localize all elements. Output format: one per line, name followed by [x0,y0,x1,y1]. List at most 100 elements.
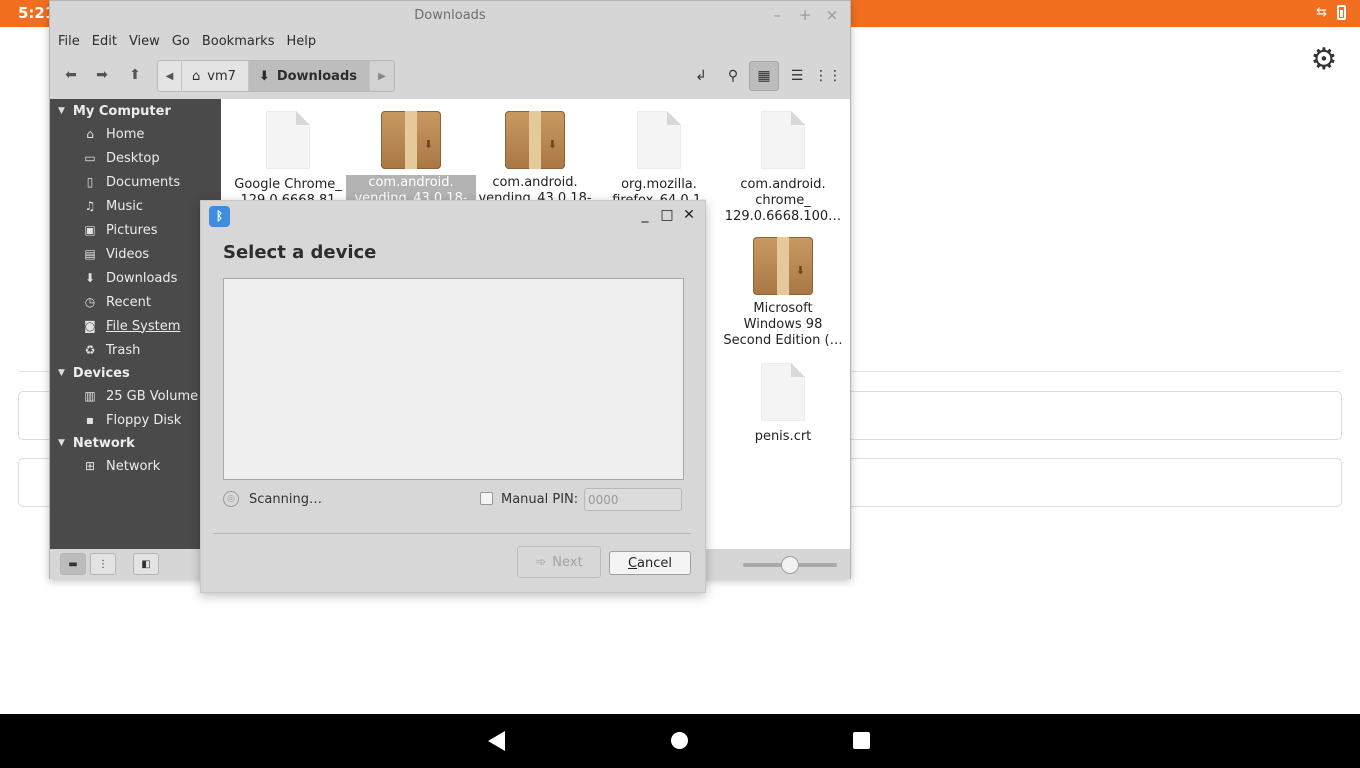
sidebar: ▼ My Computer ⌂ Home ▭ Desktop ▯ Documents ♫… [50,99,221,549]
sidebar-item-pictures[interactable]: ▣ Pictures [82,219,157,241]
document-icon [761,363,805,421]
sidebar-item-file-system[interactable]: ◙ File System [82,315,180,337]
downloads-icon: ⬇ [84,271,96,285]
next-arrow-icon: ➾ [535,554,547,570]
status-icons: ⇆ [1316,5,1346,20]
forward-arrow-icon[interactable]: ➡ [91,64,113,86]
sidebar-item-label: Trash [106,342,141,358]
sidebar-item-label: Recent [106,294,151,310]
sidebar-item-trash[interactable]: ♻ Trash [82,339,141,361]
sidebar-item-documents[interactable]: ▯ Documents [82,171,180,193]
minimize-button[interactable]: – [768,6,786,24]
sidebar-item-label: Network [106,458,161,474]
pathbar: ◀ ⌂ vm7 ⬇ Downloads ▶ [157,60,396,92]
sidebar-item-network[interactable]: ⊞ Network [82,455,160,477]
expand-triangle-icon: ▼ [58,106,65,116]
menu-file[interactable]: File [52,30,86,54]
data-transfer-icon: ⇆ [1316,5,1327,20]
back-arrow-icon[interactable]: ⬅ [60,64,82,86]
sidebar-item-home[interactable]: ⌂ Home [82,123,144,145]
sidebar-item-label: Desktop [106,150,160,166]
icon-view-button[interactable]: ▦ [749,61,779,91]
search-icon[interactable]: ⚲ [718,61,748,91]
sidebar-item-recent[interactable]: ◷ Recent [82,291,151,313]
window-title: Downloads [414,8,486,23]
close-button[interactable]: ✕ [680,206,698,224]
menu-bar: File Edit View Go Bookmarks Help [50,30,850,54]
next-button[interactable]: ➾ Next [517,546,601,578]
minimize-button[interactable]: _ [636,206,654,224]
package-icon [381,111,441,169]
bluetooth-icon: ᛒ [209,206,230,227]
home-button-icon[interactable] [671,732,688,749]
sidebar-item-music[interactable]: ♫ Music [82,195,143,217]
maximize-button[interactable]: □ [658,206,676,224]
sidebar-section-my-computer[interactable]: ▼ My Computer [50,100,171,122]
menu-edit[interactable]: Edit [86,30,123,54]
pathbar-home-label: vm7 [207,68,236,84]
gear-icon[interactable]: ⚙ [1308,44,1340,76]
file-label-line2: chrome_ [755,193,811,208]
sidebar-item-label: Videos [106,246,150,262]
file-label-line1: com.android. [346,175,476,191]
window-titlebar[interactable]: Downloads – + × [50,1,850,30]
pathbar-right-arrow-icon[interactable]: ▶ [370,61,395,91]
file-item[interactable]: com.android. vending_43.0.18- [470,111,600,207]
show-places-button[interactable]: ▬ [60,553,86,575]
list-view-button[interactable]: ☰ [782,61,812,91]
location-toggle-icon[interactable]: ↲ [686,61,716,91]
up-arrow-icon[interactable]: ⬆ [124,64,146,86]
recent-icon: ◷ [84,295,96,309]
device-list[interactable] [223,278,684,480]
sidebar-item-25gb-volume[interactable]: ▥ 25 GB Volume [82,385,198,407]
scanning-status: Scanning… [249,492,322,507]
back-icon[interactable] [488,731,505,751]
close-button[interactable]: × [823,6,841,24]
sidebar-section-network[interactable]: ▼ Network [50,432,135,454]
file-item[interactable]: Microsoft Windows 98 Second Edition (… [718,237,848,349]
package-icon [753,237,813,295]
sidebar-item-floppy-disk[interactable]: ▪ Floppy Disk [82,409,181,431]
file-label-line1: com.android. [740,177,826,192]
manual-pin-checkbox[interactable] [480,492,493,505]
bluetooth-select-device-dialog: ᛒ _ □ ✕ Select a device ◎ Scanning… Manu… [200,200,706,593]
file-item[interactable]: com.android. chrome_ 129.0.6668.100… [718,111,848,225]
sidebar-item-desktop[interactable]: ▭ Desktop [82,147,160,169]
sidebar-section-devices[interactable]: ▼ Devices [50,362,130,384]
file-item-selected[interactable]: com.android. vending_43.0.18- [346,111,476,207]
desktop-icon: ▭ [84,151,96,165]
file-item[interactable]: penis.crt [718,363,848,445]
file-item[interactable]: Google Chrome_ 129.0.6668.81 [223,111,353,209]
pathbar-current[interactable]: ⬇ Downloads [248,61,371,91]
pathbar-home[interactable]: ⌂ vm7 [182,61,249,91]
document-icon [637,111,681,169]
file-label-line1: penis.crt [754,429,812,444]
music-icon: ♫ [84,199,96,213]
zoom-slider-handle[interactable] [781,556,799,574]
recent-apps-icon[interactable] [853,732,870,749]
maximize-button[interactable]: + [796,6,814,24]
sidebar-item-downloads[interactable]: ⬇ Downloads [82,267,177,289]
file-item[interactable]: org.mozilla. firefox_64.0.1- [594,111,724,209]
file-label-line2: Windows 98 [743,317,823,332]
package-icon [505,111,565,169]
compact-view-button[interactable]: ⋮⋮ [813,61,843,91]
dialog-heading: Select a device [223,242,377,263]
sidebar-item-videos[interactable]: ▤ Videos [82,243,149,265]
toggle-sidebar-button[interactable]: ◧ [133,553,159,575]
sidebar-item-label: Downloads [106,270,178,286]
cancel-button[interactable]: Cancel [609,551,691,575]
section-label: Network [72,435,135,451]
menu-bookmarks[interactable]: Bookmarks [196,30,281,54]
battery-icon [1337,5,1346,20]
download-icon: ⬇ [258,68,270,84]
android-navigation-bar [0,714,1360,768]
show-treeview-button[interactable]: ⋮ [90,553,116,575]
documents-icon: ▯ [86,175,94,189]
pathbar-left-arrow-icon[interactable]: ◀ [158,61,182,91]
manual-pin-input[interactable] [584,488,682,511]
menu-help[interactable]: Help [280,30,322,54]
menu-view[interactable]: View [123,30,166,54]
section-label: My Computer [72,103,171,119]
menu-go[interactable]: Go [166,30,196,54]
